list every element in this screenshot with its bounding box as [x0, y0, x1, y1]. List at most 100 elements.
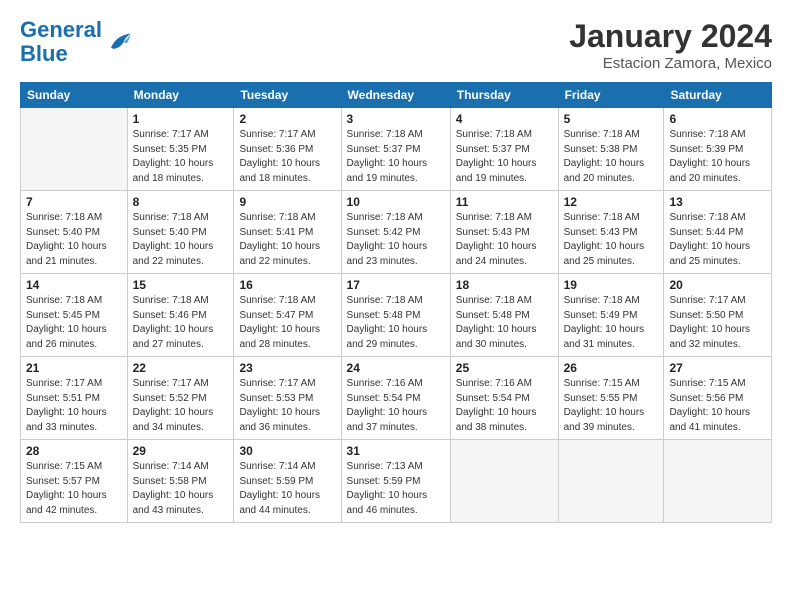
- day-info: Sunrise: 7:18 AMSunset: 5:40 PMDaylight:…: [133, 211, 229, 269]
- calendar-header-row: SundayMondayTuesdayWednesdayThursdayFrid…: [21, 83, 772, 108]
- day-number: 7: [26, 195, 122, 209]
- day-info: Sunrise: 7:18 AMSunset: 5:41 PMDaylight:…: [239, 211, 335, 269]
- day-number: 13: [669, 195, 766, 209]
- day-number: 31: [347, 444, 445, 458]
- day-number: 12: [564, 195, 659, 209]
- day-number: 11: [456, 195, 553, 209]
- calendar-week-1: 1 Sunrise: 7:17 AMSunset: 5:35 PMDaylight…: [21, 108, 772, 191]
- calendar-header-tuesday: Tuesday: [234, 83, 341, 108]
- day-number: 18: [456, 278, 553, 292]
- logo: General Blue: [20, 18, 132, 66]
- day-info: Sunrise: 7:18 AMSunset: 5:45 PMDaylight:…: [26, 294, 122, 352]
- day-info: Sunrise: 7:18 AMSunset: 5:42 PMDaylight:…: [347, 211, 445, 269]
- calendar-cell: 21 Sunrise: 7:17 AMSunset: 5:51 PMDayligh…: [21, 357, 128, 440]
- calendar-cell: 8 Sunrise: 7:18 AMSunset: 5:40 PMDaylight…: [127, 191, 234, 274]
- calendar-cell: 26 Sunrise: 7:15 AMSunset: 5:55 PMDayligh…: [558, 357, 664, 440]
- day-info: Sunrise: 7:15 AMSunset: 5:57 PMDaylight:…: [26, 460, 122, 518]
- calendar-cell: 27 Sunrise: 7:15 AMSunset: 5:56 PMDayligh…: [664, 357, 772, 440]
- day-info: Sunrise: 7:18 AMSunset: 5:44 PMDaylight:…: [669, 211, 766, 269]
- day-info: Sunrise: 7:17 AMSunset: 5:53 PMDaylight:…: [239, 377, 335, 435]
- day-info: Sunrise: 7:18 AMSunset: 5:48 PMDaylight:…: [456, 294, 553, 352]
- calendar-cell: [664, 440, 772, 523]
- subtitle: Estacion Zamora, Mexico: [569, 55, 772, 72]
- day-number: 5: [564, 112, 659, 126]
- calendar-week-4: 21 Sunrise: 7:17 AMSunset: 5:51 PMDayligh…: [21, 357, 772, 440]
- title-area: January 2024 Estacion Zamora, Mexico: [569, 18, 772, 72]
- calendar-cell: 9 Sunrise: 7:18 AMSunset: 5:41 PMDaylight…: [234, 191, 341, 274]
- calendar-cell: 25Sunrise: 7:16 AMSunset: 5:54 PMDayligh…: [450, 357, 558, 440]
- day-info: Sunrise: 7:17 AMSunset: 5:35 PMDaylight:…: [133, 128, 229, 186]
- day-number: 17: [347, 278, 445, 292]
- calendar-header-monday: Monday: [127, 83, 234, 108]
- day-number: 9: [239, 195, 335, 209]
- day-info: Sunrise: 7:18 AMSunset: 5:49 PMDaylight:…: [564, 294, 659, 352]
- day-info: Sunrise: 7:17 AMSunset: 5:52 PMDaylight:…: [133, 377, 229, 435]
- calendar-cell: [21, 108, 128, 191]
- day-info: Sunrise: 7:15 AMSunset: 5:55 PMDaylight:…: [564, 377, 659, 435]
- calendar-cell: 16 Sunrise: 7:18 AMSunset: 5:47 PMDayligh…: [234, 274, 341, 357]
- day-info: Sunrise: 7:14 AMSunset: 5:58 PMDaylight:…: [133, 460, 229, 518]
- calendar-cell: [558, 440, 664, 523]
- calendar-header-wednesday: Wednesday: [341, 83, 450, 108]
- calendar-cell: 14 Sunrise: 7:18 AMSunset: 5:45 PMDayligh…: [21, 274, 128, 357]
- day-info: Sunrise: 7:13 AMSunset: 5:59 PMDaylight:…: [347, 460, 445, 518]
- day-info: Sunrise: 7:18 AMSunset: 5:38 PMDaylight:…: [564, 128, 659, 186]
- day-info: Sunrise: 7:18 AMSunset: 5:40 PMDaylight:…: [26, 211, 122, 269]
- day-info: Sunrise: 7:17 AMSunset: 5:36 PMDaylight:…: [239, 128, 335, 186]
- day-info: Sunrise: 7:17 AMSunset: 5:51 PMDaylight:…: [26, 377, 122, 435]
- calendar-table: SundayMondayTuesdayWednesdayThursdayFrid…: [20, 82, 772, 523]
- day-number: 14: [26, 278, 122, 292]
- calendar-cell: 18 Sunrise: 7:18 AMSunset: 5:48 PMDayligh…: [450, 274, 558, 357]
- calendar-cell: 22 Sunrise: 7:17 AMSunset: 5:52 PMDayligh…: [127, 357, 234, 440]
- calendar-week-3: 14 Sunrise: 7:18 AMSunset: 5:45 PMDayligh…: [21, 274, 772, 357]
- calendar-cell: 5 Sunrise: 7:18 AMSunset: 5:38 PMDaylight…: [558, 108, 664, 191]
- calendar-cell: 4Sunrise: 7:18 AMSunset: 5:37 PMDaylight…: [450, 108, 558, 191]
- day-number: 16: [239, 278, 335, 292]
- day-number: 30: [239, 444, 335, 458]
- calendar-cell: 28Sunrise: 7:15 AMSunset: 5:57 PMDayligh…: [21, 440, 128, 523]
- day-number: 29: [133, 444, 229, 458]
- calendar-cell: 31 Sunrise: 7:13 AMSunset: 5:59 PMDayligh…: [341, 440, 450, 523]
- day-info: Sunrise: 7:18 AMSunset: 5:47 PMDaylight:…: [239, 294, 335, 352]
- day-number: 26: [564, 361, 659, 375]
- day-number: 8: [133, 195, 229, 209]
- day-info: Sunrise: 7:18 AMSunset: 5:46 PMDaylight:…: [133, 294, 229, 352]
- day-number: 24: [347, 361, 445, 375]
- day-info: Sunrise: 7:14 AMSunset: 5:59 PMDaylight:…: [239, 460, 335, 518]
- calendar-cell: 17 Sunrise: 7:18 AMSunset: 5:48 PMDayligh…: [341, 274, 450, 357]
- day-info: Sunrise: 7:16 AMSunset: 5:54 PMDaylight:…: [347, 377, 445, 435]
- calendar-cell: 13 Sunrise: 7:18 AMSunset: 5:44 PMDayligh…: [664, 191, 772, 274]
- calendar-cell: 29 Sunrise: 7:14 AMSunset: 5:58 PMDayligh…: [127, 440, 234, 523]
- day-number: 1: [133, 112, 229, 126]
- day-info: Sunrise: 7:18 AMSunset: 5:43 PMDaylight:…: [564, 211, 659, 269]
- calendar-cell: 11 Sunrise: 7:18 AMSunset: 5:43 PMDayligh…: [450, 191, 558, 274]
- calendar-cell: 10Sunrise: 7:18 AMSunset: 5:42 PMDayligh…: [341, 191, 450, 274]
- day-number: 21: [26, 361, 122, 375]
- logo-text: General Blue: [20, 18, 102, 66]
- calendar-header-sunday: Sunday: [21, 83, 128, 108]
- day-number: 2: [239, 112, 335, 126]
- day-number: 22: [133, 361, 229, 375]
- day-info: Sunrise: 7:15 AMSunset: 5:56 PMDaylight:…: [669, 377, 766, 435]
- day-info: Sunrise: 7:18 AMSunset: 5:39 PMDaylight:…: [669, 128, 766, 186]
- calendar-header-friday: Friday: [558, 83, 664, 108]
- day-number: 23: [239, 361, 335, 375]
- calendar-header-thursday: Thursday: [450, 83, 558, 108]
- calendar-cell: 12 Sunrise: 7:18 AMSunset: 5:43 PMDayligh…: [558, 191, 664, 274]
- calendar-cell: 30 Sunrise: 7:14 AMSunset: 5:59 PMDayligh…: [234, 440, 341, 523]
- calendar-week-5: 28Sunrise: 7:15 AMSunset: 5:57 PMDayligh…: [21, 440, 772, 523]
- day-number: 6: [669, 112, 766, 126]
- calendar-cell: 23 Sunrise: 7:17 AMSunset: 5:53 PMDayligh…: [234, 357, 341, 440]
- calendar-cell: 7 Sunrise: 7:18 AMSunset: 5:40 PMDaylight…: [21, 191, 128, 274]
- day-number: 27: [669, 361, 766, 375]
- logo-bird-icon: [104, 28, 132, 56]
- day-info: Sunrise: 7:18 AMSunset: 5:37 PMDaylight:…: [347, 128, 445, 186]
- day-number: 15: [133, 278, 229, 292]
- calendar-cell: 1 Sunrise: 7:17 AMSunset: 5:35 PMDaylight…: [127, 108, 234, 191]
- calendar-cell: 20Sunrise: 7:17 AMSunset: 5:50 PMDayligh…: [664, 274, 772, 357]
- day-info: Sunrise: 7:18 AMSunset: 5:48 PMDaylight:…: [347, 294, 445, 352]
- day-number: 25: [456, 361, 553, 375]
- day-number: 20: [669, 278, 766, 292]
- day-info: Sunrise: 7:18 AMSunset: 5:43 PMDaylight:…: [456, 211, 553, 269]
- calendar-cell: 24 Sunrise: 7:16 AMSunset: 5:54 PMDayligh…: [341, 357, 450, 440]
